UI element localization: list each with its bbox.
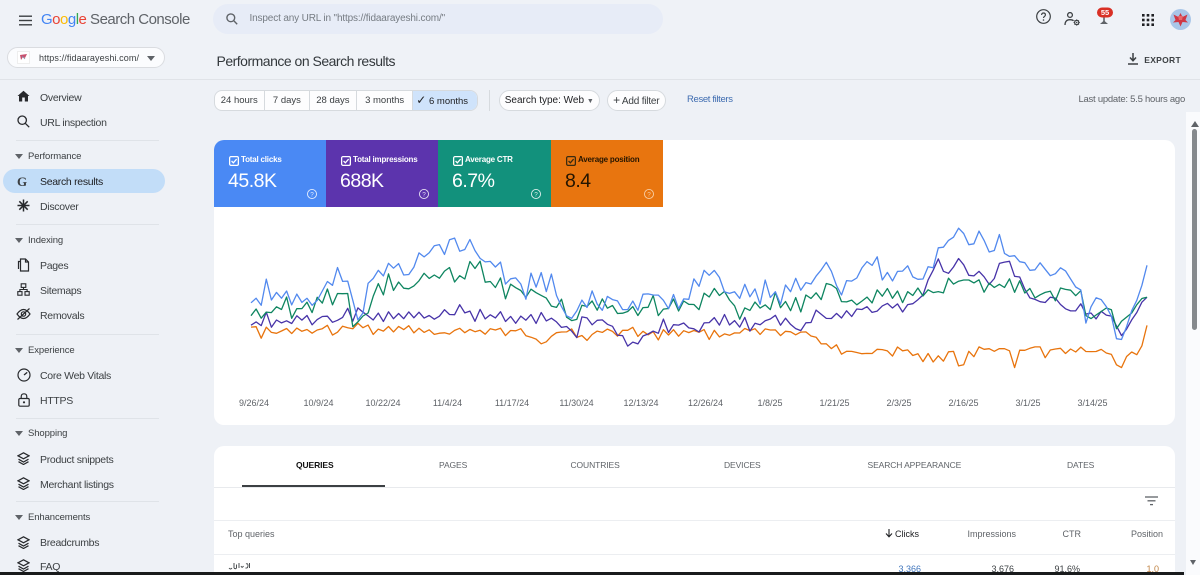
svg-text:11/30/24: 11/30/24 [559, 398, 593, 408]
svg-text:2/16/25: 2/16/25 [948, 398, 978, 408]
svg-text:3/1/25: 3/1/25 [1015, 398, 1040, 408]
svg-text:3/14/25: 3/14/25 [1077, 398, 1107, 408]
svg-text:11/17/24: 11/17/24 [495, 398, 529, 408]
svg-text:10/22/24: 10/22/24 [365, 398, 400, 408]
svg-text:12/13/24: 12/13/24 [623, 398, 658, 408]
svg-text:12/26/24: 12/26/24 [688, 398, 723, 408]
svg-text:10/9/24: 10/9/24 [303, 398, 333, 408]
svg-text:2/3/25: 2/3/25 [886, 398, 911, 408]
svg-text:1/8/25: 1/8/25 [757, 398, 782, 408]
svg-text:1/21/25: 1/21/25 [819, 398, 849, 408]
svg-text:9/26/24: 9/26/24 [239, 398, 269, 408]
svg-text:55: 55 [1101, 8, 1109, 17]
svg-text:11/4/24: 11/4/24 [433, 398, 462, 408]
